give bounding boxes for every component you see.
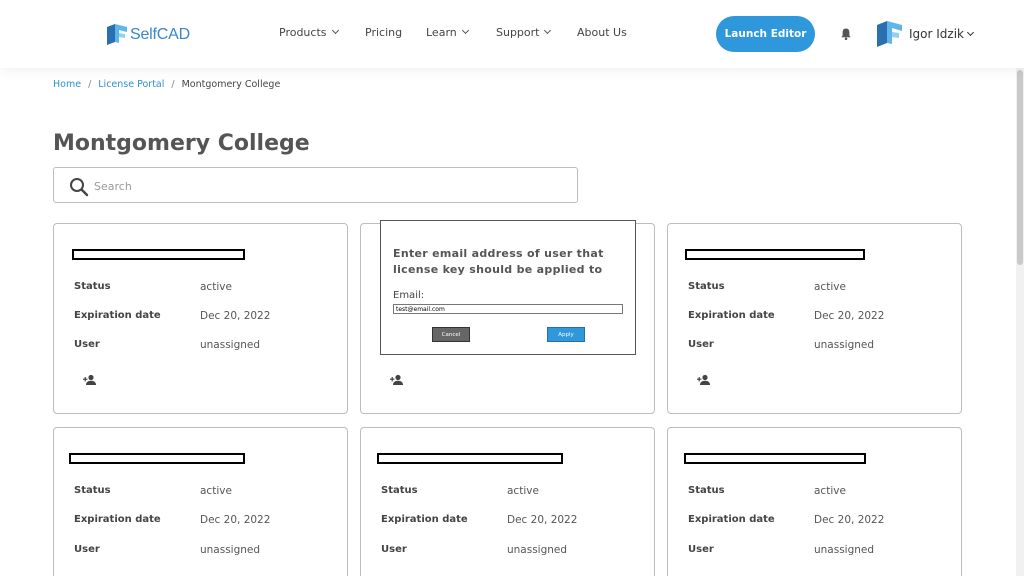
search-icon <box>70 178 89 197</box>
assign-user-dialog: Enter email address of user that license… <box>380 220 636 355</box>
expiration-value: Dec 20, 2022 <box>814 310 885 322</box>
expiration-label: Expiration date <box>688 514 775 525</box>
page-title: Montgomery College <box>53 131 310 156</box>
email-field[interactable] <box>393 304 623 314</box>
dialog-title: Enter email address of user that license… <box>393 247 604 276</box>
breadcrumb-license-portal[interactable]: License Portal <box>98 79 164 90</box>
expiration-label: Expiration date <box>688 310 775 321</box>
chevron-down-icon <box>544 26 552 35</box>
status-value: active <box>200 281 232 293</box>
breadcrumb-current: Montgomery College <box>181 79 281 90</box>
user-label: User <box>688 339 714 350</box>
search-box <box>53 167 578 203</box>
nav-products[interactable]: Products <box>279 26 339 39</box>
scrollbar-thumb[interactable] <box>1017 70 1023 265</box>
status-label: Status <box>688 485 725 496</box>
chevron-down-icon <box>331 26 339 35</box>
redacted-license-key <box>69 453 245 464</box>
redacted-license-key <box>685 249 865 260</box>
user-value: unassigned <box>200 339 261 351</box>
add-user-icon[interactable] <box>697 374 711 386</box>
add-user-icon[interactable] <box>390 374 404 386</box>
top-nav-bar: SelfCAD Products Pricing Learn Support A… <box>0 0 1024 68</box>
license-card: Status active Expiration date Dec 20, 20… <box>360 427 655 576</box>
nav-pricing[interactable]: Pricing <box>365 26 402 39</box>
nav-products-label: Products <box>279 26 327 39</box>
redacted-license-key <box>72 249 245 260</box>
user-value: unassigned <box>200 544 261 556</box>
nav-pricing-label: Pricing <box>365 26 403 39</box>
user-value: unassigned <box>814 339 875 351</box>
user-label: User <box>74 339 100 350</box>
user-menu[interactable]: Igor Idzik <box>909 27 975 41</box>
license-card: Status active Expiration date Dec 20, 20… <box>53 427 348 576</box>
cancel-button[interactable]: Cancel <box>432 327 470 342</box>
status-value: active <box>814 281 846 293</box>
breadcrumb: Home / License Portal / Montgomery Colle… <box>53 79 280 90</box>
breadcrumb-separator: / <box>88 79 92 90</box>
status-label: Status <box>74 485 111 496</box>
license-card: Status active Expiration date Dec 20, 20… <box>53 223 348 414</box>
user-name: Igor Idzik <box>909 27 964 41</box>
redacted-license-key <box>684 453 866 464</box>
email-label: Email: <box>393 290 425 301</box>
status-value: active <box>814 485 846 497</box>
nav-learn[interactable]: Learn <box>426 26 469 39</box>
user-value: unassigned <box>814 544 875 556</box>
status-label: Status <box>381 485 418 496</box>
search-input[interactable] <box>94 176 564 196</box>
expiration-value: Dec 20, 2022 <box>200 310 271 322</box>
redacted-license-key <box>377 453 563 464</box>
expiration-value: Dec 20, 2022 <box>814 514 885 526</box>
license-card: Status active Expiration date Dec 20, 20… <box>667 223 962 414</box>
breadcrumb-separator: / <box>171 79 175 90</box>
nav-learn-label: Learn <box>426 26 457 39</box>
nav-about-us[interactable]: About Us <box>577 26 627 39</box>
expiration-value: Dec 20, 2022 <box>507 514 578 526</box>
status-label: Status <box>74 281 111 292</box>
chevron-down-icon <box>461 26 469 35</box>
launch-editor-button[interactable]: Launch Editor <box>716 16 815 52</box>
breadcrumb-home[interactable]: Home <box>53 79 81 90</box>
add-user-icon[interactable] <box>83 374 97 386</box>
status-value: active <box>507 485 539 497</box>
nav-about-label: About Us <box>577 26 627 39</box>
user-label: User <box>688 544 714 555</box>
license-card: Status active Expiration date Dec 20, 20… <box>667 427 962 576</box>
user-label: User <box>74 544 100 555</box>
main-nav: Products Pricing Learn Support About Us <box>0 26 1024 42</box>
status-value: active <box>200 485 232 497</box>
user-value: unassigned <box>507 544 568 556</box>
user-label: User <box>381 544 407 555</box>
expiration-value: Dec 20, 2022 <box>200 514 271 526</box>
expiration-label: Expiration date <box>74 514 161 525</box>
expiration-label: Expiration date <box>74 310 161 321</box>
bell-icon[interactable] <box>839 27 853 41</box>
nav-support-label: Support <box>496 26 540 39</box>
expiration-label: Expiration date <box>381 514 468 525</box>
nav-support[interactable]: Support <box>496 26 552 39</box>
scrollbar[interactable] <box>1016 0 1024 576</box>
chevron-down-icon <box>966 28 975 36</box>
avatar[interactable] <box>877 21 902 47</box>
apply-button[interactable]: Apply <box>547 327 585 342</box>
status-label: Status <box>688 281 725 292</box>
